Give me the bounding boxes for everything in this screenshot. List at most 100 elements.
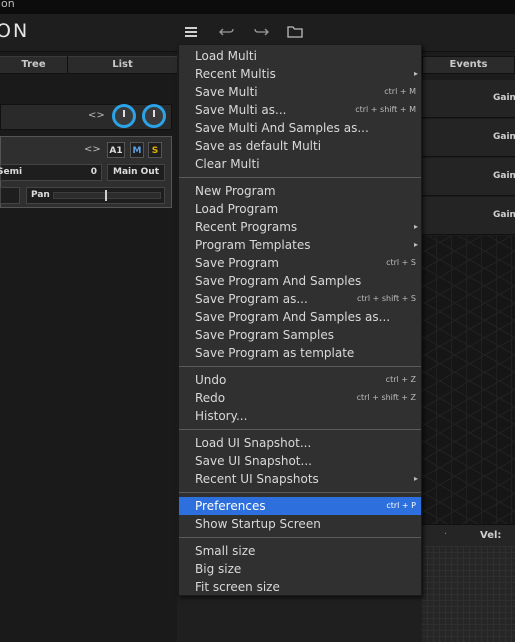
menu-item-label: Preferences <box>195 499 266 513</box>
window-title: ion <box>0 0 15 10</box>
semi-value: 0 <box>90 167 97 177</box>
menu-item-label: Save Program And Samples <box>195 274 362 288</box>
group-row[interactable]: Gain <box>422 119 515 157</box>
menu-item-label: Fit screen size <box>195 580 280 594</box>
menu-item-show-startup-screen[interactable]: Show Startup Screen <box>179 515 421 533</box>
submenu-arrow-icon: ▸ <box>413 222 418 231</box>
menu-item-save-program-as[interactable]: Save Program as... ctrl + shift + S <box>179 290 421 308</box>
menu-item-recent-ui-snapshots[interactable]: Recent UI Snapshots ▸ <box>179 470 421 488</box>
group-row[interactable]: Gain <box>422 197 515 235</box>
keyboard-background <box>422 236 515 526</box>
menu-item-recent-multis[interactable]: Recent Multis ▸ <box>179 65 421 83</box>
vel-dot: · <box>444 529 448 540</box>
menu-item-label: Save UI Snapshot... <box>195 454 312 468</box>
brand-logo: ON <box>0 20 30 42</box>
menu-item-label: Show Startup Screen <box>195 517 321 531</box>
pan-handle[interactable] <box>105 190 107 201</box>
menu-item-label: Save Program as... <box>195 292 308 306</box>
output-select[interactable]: Main Out <box>107 164 165 181</box>
tab-tree[interactable]: Tree <box>0 56 68 74</box>
pan-slider[interactable]: Pan <box>26 187 165 204</box>
menu-item-save-as-default-multi[interactable]: Save as default Multi <box>179 137 421 155</box>
semi-field[interactable]: Semi 0 <box>0 164 102 181</box>
gain-label: Gain <box>493 132 515 142</box>
menu-item-label: Small size <box>195 544 256 558</box>
part-button[interactable]: A1 <box>107 142 125 158</box>
lower-editor-area <box>177 596 422 642</box>
menu-item-save-multi[interactable]: Save Multi ctrl + M <box>179 83 421 101</box>
redo-icon[interactable] <box>252 24 270 42</box>
tune-knob[interactable] <box>142 104 166 128</box>
gain-label: Gain <box>493 171 515 181</box>
menu-item-save-multi-as[interactable]: Save Multi as... ctrl + shift + M <box>179 101 421 119</box>
menu-item-shortcut: ctrl + shift + Z <box>356 393 416 402</box>
menu-item-big-size[interactable]: Big size <box>179 560 421 578</box>
mute-button[interactable]: M <box>130 142 144 158</box>
tab-list[interactable]: List <box>68 56 177 74</box>
semi-label: Semi <box>0 167 23 177</box>
menu-item-load-program[interactable]: Load Program <box>179 200 421 218</box>
solo-button[interactable]: S <box>148 142 162 158</box>
menu-item-program-templates[interactable]: Program Templates ▸ <box>179 236 421 254</box>
menu-separator <box>179 177 421 178</box>
folder-icon[interactable] <box>286 24 304 42</box>
hamburger-icon[interactable] <box>182 24 200 42</box>
menu-item-fit-screen-size[interactable]: Fit screen size <box>179 578 421 596</box>
menu-item-save-program-and-samples[interactable]: Save Program And Samples <box>179 272 421 290</box>
multi-nav-arrows[interactable]: <> <box>88 110 105 121</box>
menu-item-recent-programs[interactable]: Recent Programs ▸ <box>179 218 421 236</box>
menu-item-redo[interactable]: Redo ctrl + shift + Z <box>179 389 421 407</box>
menu-item-label: Undo <box>195 373 227 387</box>
menu-item-label: Save Program Samples <box>195 328 334 342</box>
menu-item-small-size[interactable]: Small size <box>179 542 421 560</box>
menu-separator <box>179 366 421 367</box>
undo-icon[interactable] <box>218 24 236 42</box>
tab-events[interactable]: Events <box>422 56 515 74</box>
menu-item-label: Clear Multi <box>195 157 260 171</box>
menu-item-history[interactable]: History... <box>179 407 421 425</box>
menu-separator <box>179 492 421 493</box>
pan-label: Pan <box>31 190 50 200</box>
menu-item-label: Save Multi as... <box>195 103 287 117</box>
menu-item-save-program-and-samples-as[interactable]: Save Program And Samples as... <box>179 308 421 326</box>
menu-item-label: Load Program <box>195 202 279 216</box>
menu-item-load-ui-snapshot[interactable]: Load UI Snapshot... <box>179 434 421 452</box>
mapping-grid[interactable] <box>422 546 515 642</box>
menu-item-label: History... <box>195 409 248 423</box>
gain-label: Gain <box>493 210 515 220</box>
prev-field <box>0 187 20 204</box>
menu-item-shortcut: ctrl + Z <box>385 375 416 384</box>
menu-item-preferences[interactable]: Preferences ctrl + P <box>179 497 421 515</box>
group-row[interactable]: Gain <box>422 80 515 118</box>
menu-item-shortcut: ctrl + S <box>386 258 416 267</box>
submenu-arrow-icon: ▸ <box>413 69 418 78</box>
menu-item-label: Save Multi And Samples as... <box>195 121 369 135</box>
menu-item-label: Recent UI Snapshots <box>195 472 319 486</box>
menu-item-label: Load Multi <box>195 49 257 63</box>
program-nav-arrows[interactable]: <> <box>84 144 101 155</box>
menu-item-save-ui-snapshot[interactable]: Save UI Snapshot... <box>179 452 421 470</box>
velocity-bar: · Vel: <box>422 524 515 546</box>
menu-item-undo[interactable]: Undo ctrl + Z <box>179 371 421 389</box>
menu-item-clear-multi[interactable]: Clear Multi <box>179 155 421 173</box>
pan-track <box>53 192 161 199</box>
menu-item-label: Save Program <box>195 256 279 270</box>
menu-item-shortcut: ctrl + M <box>384 87 416 96</box>
menu-item-label: Save Multi <box>195 85 258 99</box>
volume-knob[interactable] <box>112 104 136 128</box>
menu-item-load-multi[interactable]: Load Multi <box>179 47 421 65</box>
menu-item-save-program[interactable]: Save Program ctrl + S <box>179 254 421 272</box>
menu-item-save-program-samples[interactable]: Save Program Samples <box>179 326 421 344</box>
menu-item-save-program-as-template[interactable]: Save Program as template <box>179 344 421 362</box>
vel-label: Vel: <box>480 530 502 541</box>
menu-item-label: Recent Multis <box>195 67 276 81</box>
menu-item-label: Program Templates <box>195 238 311 252</box>
menu-item-new-program[interactable]: New Program <box>179 182 421 200</box>
group-row[interactable]: Gain <box>422 158 515 196</box>
menu-item-label: Save Program as template <box>195 346 355 360</box>
menu-item-save-multi-and-samples-as[interactable]: Save Multi And Samples as... <box>179 119 421 137</box>
menu-item-label: New Program <box>195 184 276 198</box>
menu-item-label: Recent Programs <box>195 220 298 234</box>
submenu-arrow-icon: ▸ <box>413 240 418 249</box>
window-title-bar: ion <box>0 0 515 14</box>
